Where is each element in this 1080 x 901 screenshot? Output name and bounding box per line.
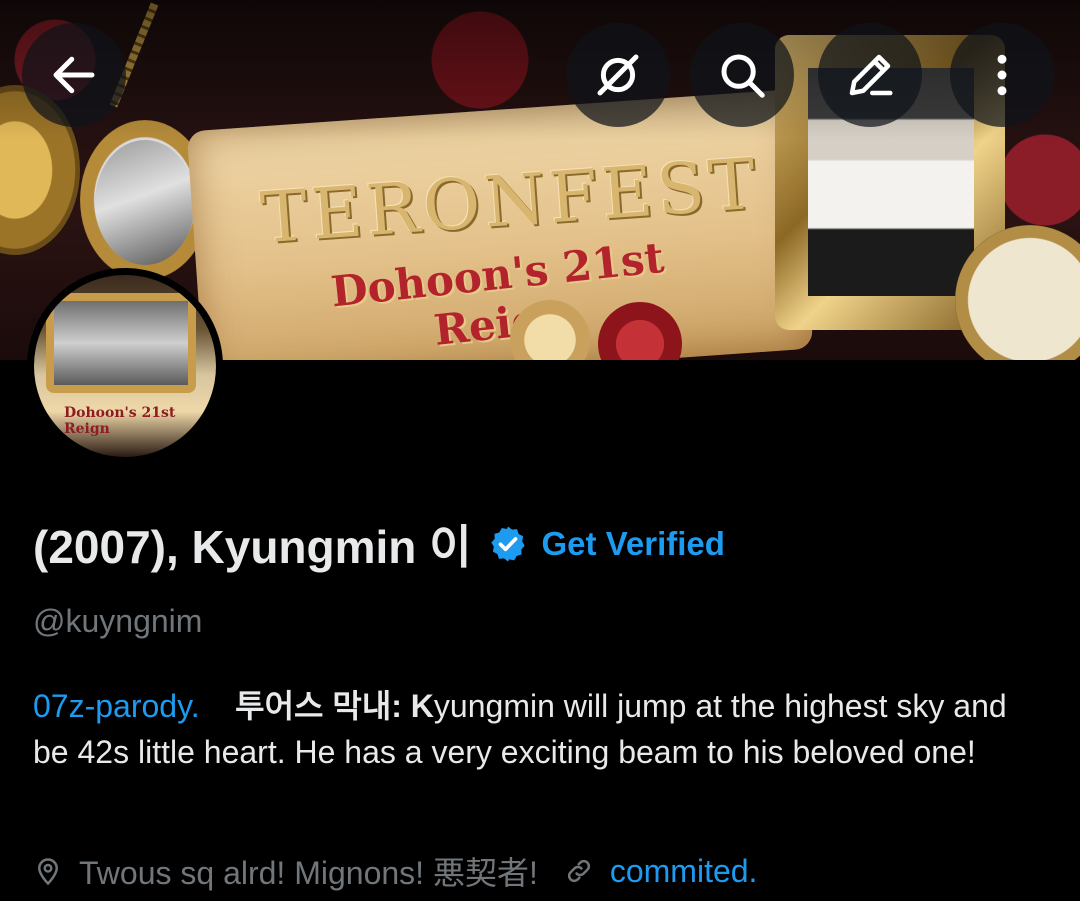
profile-avatar[interactable]: Dohoon's 21st Reign bbox=[27, 268, 223, 464]
back-button[interactable] bbox=[22, 23, 126, 127]
search-icon bbox=[721, 54, 765, 98]
bio-bold-prefix: 투어스 막내: K bbox=[235, 688, 434, 724]
location-pin-icon bbox=[37, 858, 59, 886]
avatar-image: Dohoon's 21st Reign bbox=[34, 275, 216, 457]
avatar-caption: Dohoon's 21st Reign bbox=[64, 405, 176, 437]
edit-button[interactable] bbox=[818, 23, 922, 127]
hide-eye-slash-icon bbox=[597, 54, 639, 96]
verified-badge-icon[interactable] bbox=[488, 524, 528, 564]
name-row: (2007), Kyungmin 이 Get Verified bbox=[33, 511, 725, 577]
banner-locket-photo bbox=[95, 140, 195, 265]
link-icon bbox=[567, 859, 590, 883]
user-handle: @kuyngnim bbox=[33, 603, 203, 639]
display-name: (2007), Kyungmin 이 bbox=[33, 521, 472, 573]
search-button[interactable] bbox=[690, 23, 794, 127]
edit-pencil-icon bbox=[849, 54, 893, 96]
get-verified-link[interactable]: Get Verified bbox=[542, 525, 725, 563]
hide-button[interactable] bbox=[566, 23, 670, 127]
profile-meta-row: Twous sq alrd! Mignons! 悪契者! commited. bbox=[33, 848, 757, 894]
more-options-button[interactable] bbox=[950, 23, 1054, 127]
avatar-frame-decoration bbox=[46, 293, 196, 393]
profile-website-link[interactable]: commited. bbox=[610, 853, 758, 890]
bio-parody-tag[interactable]: 07z-parody. bbox=[33, 688, 200, 724]
more-vertical-icon bbox=[997, 54, 1007, 96]
profile-location: Twous sq alrd! Mignons! 悪契者! bbox=[79, 855, 538, 891]
back-arrow-icon bbox=[53, 56, 95, 94]
profile-bio: 07z-parody. 투어스 막내: Kyungmin will jump a… bbox=[33, 683, 1048, 775]
